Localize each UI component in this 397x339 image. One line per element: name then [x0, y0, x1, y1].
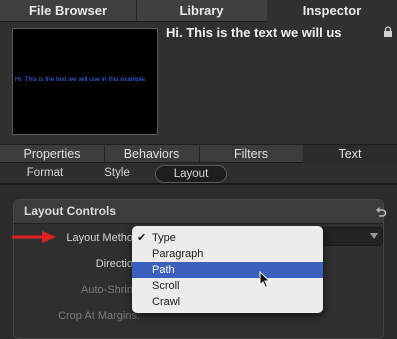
- tab-behaviors[interactable]: Behaviors: [104, 145, 200, 163]
- sub-tab-bar: Format Style Layout: [0, 163, 397, 183]
- direction-label: Directio: [95, 258, 133, 270]
- tab-file-browser[interactable]: File Browser: [0, 0, 137, 22]
- reset-icon[interactable]: [375, 206, 387, 218]
- section-tab-bar: Properties Behaviors Filters Text: [0, 144, 397, 163]
- mouse-cursor-icon: [259, 271, 271, 289]
- subtab-style[interactable]: Style: [92, 165, 142, 181]
- divider: [0, 183, 397, 185]
- tab-filters[interactable]: Filters: [199, 145, 304, 163]
- menu-item-crawl[interactable]: Crawl: [132, 294, 323, 310]
- menu-item-scroll[interactable]: Scroll: [132, 278, 323, 294]
- tab-text[interactable]: Text: [303, 145, 397, 163]
- menu-item-type[interactable]: ✔ Type: [132, 230, 323, 246]
- tab-library[interactable]: Library: [136, 0, 268, 22]
- top-tab-bar: File Browser Library Inspector: [0, 0, 397, 22]
- lock-icon[interactable]: [383, 26, 393, 38]
- panel-title: Layout Controls: [24, 204, 116, 218]
- layout-method-menu: ✔ Type Paragraph Path Scroll Crawl: [132, 226, 323, 313]
- auto-shrink-label: Auto-Shrin: [81, 284, 133, 296]
- chevron-down-icon: [370, 233, 378, 239]
- subtab-format[interactable]: Format: [20, 165, 70, 181]
- arrow-right-icon: [12, 231, 56, 243]
- menu-item-paragraph[interactable]: Paragraph: [132, 246, 323, 262]
- subtab-layout[interactable]: Layout: [155, 165, 227, 183]
- tab-inspector[interactable]: Inspector: [267, 0, 397, 22]
- text-preview-thumbnail: Hi. This is the text we will use in this…: [12, 28, 158, 135]
- menu-item-label: Type: [152, 232, 176, 244]
- layer-name: Hi. This is the text we will us: [166, 25, 342, 40]
- preview-text: Hi. This is the text we will use in this…: [15, 76, 147, 83]
- crop-at-margins-label: Crop At Margins:: [58, 310, 140, 322]
- menu-item-path[interactable]: Path: [132, 262, 323, 278]
- check-icon: ✔: [137, 232, 147, 244]
- tab-properties[interactable]: Properties: [0, 145, 105, 163]
